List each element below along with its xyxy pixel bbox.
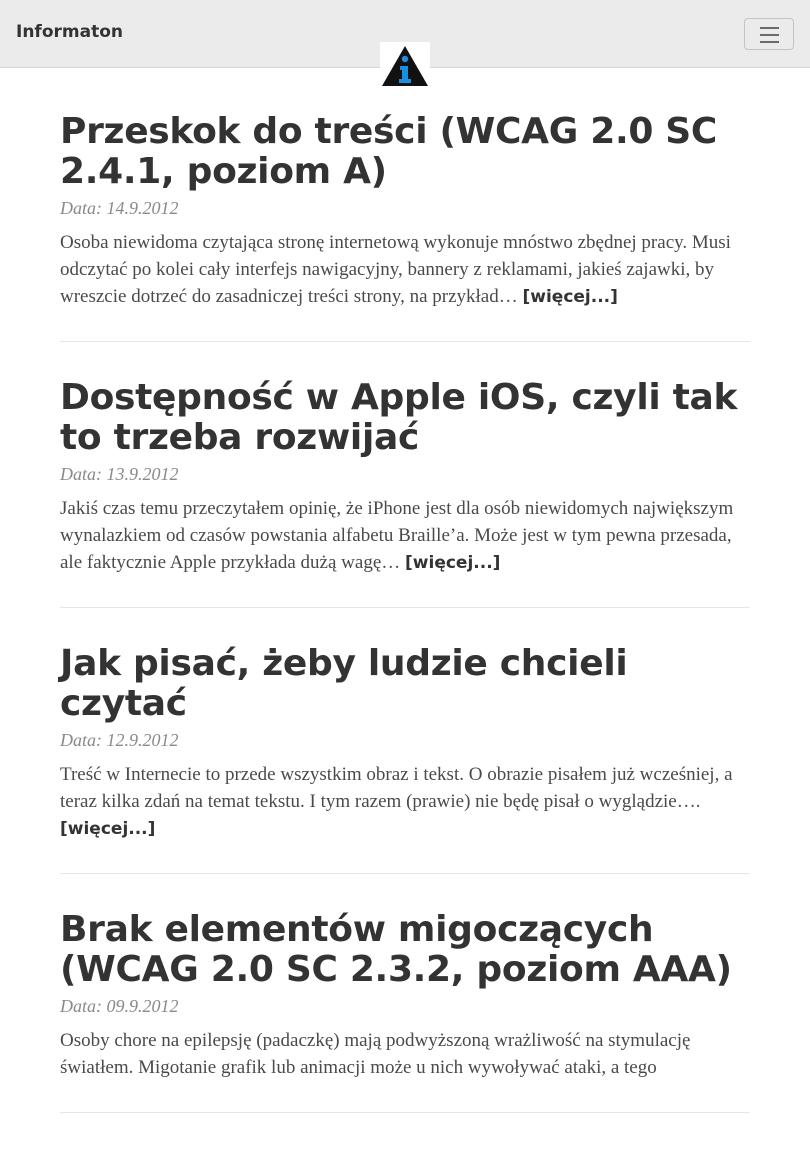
post-date: Data: 09.9.2012 xyxy=(60,996,179,1016)
post-item: Przeskok do treści (WCAG 2.0 SC 2.4.1, p… xyxy=(60,112,750,342)
post-excerpt: Osoba niewidoma czytająca stronę interne… xyxy=(60,229,750,311)
post-date: Data: 14.9.2012 xyxy=(60,198,179,218)
post-title-link[interactable]: Jak pisać, żeby ludzie chcieli czytać xyxy=(60,643,628,724)
post-title-link[interactable]: Przeskok do treści (WCAG 2.0 SC 2.4.1, p… xyxy=(60,111,717,192)
info-triangle-logo-icon[interactable] xyxy=(380,42,430,88)
post-excerpt: Osoby chore na epilepsję (padaczkę) mają… xyxy=(60,1027,750,1082)
read-more-link[interactable]: [więcej...] xyxy=(522,287,617,307)
post-item: Jak pisać, żeby ludzie chcieli czytać Da… xyxy=(60,644,750,874)
post-date: Data: 13.9.2012 xyxy=(60,464,179,484)
post-excerpt-text: Jakiś czas temu przeczytałem opinię, że … xyxy=(60,498,734,573)
brand-link[interactable]: Informaton xyxy=(16,22,123,42)
navbar-toggle-button[interactable] xyxy=(744,18,794,50)
post-excerpt-text: Osoby chore na epilepsję (padaczkę) mają… xyxy=(60,1030,691,1078)
read-more-link[interactable]: [więcej...] xyxy=(405,553,500,573)
post-item: Brak elementów migoczących (WCAG 2.0 SC … xyxy=(60,910,750,1113)
post-title: Przeskok do treści (WCAG 2.0 SC 2.4.1, p… xyxy=(60,112,750,192)
post-item: Dostępność w Apple iOS, czyli tak to trz… xyxy=(60,378,750,608)
read-more-link[interactable]: [więcej...] xyxy=(60,819,155,839)
post-title-link[interactable]: Dostępność w Apple iOS, czyli tak to trz… xyxy=(60,377,737,458)
post-title-link[interactable]: Brak elementów migoczących (WCAG 2.0 SC … xyxy=(60,909,732,990)
post-excerpt: Treść w Internecie to przede wszystkim o… xyxy=(60,761,750,843)
post-excerpt-text: Treść w Internecie to przede wszystkim o… xyxy=(60,764,733,812)
post-excerpt-text: Osoba niewidoma czytająca stronę interne… xyxy=(60,232,731,307)
post-list: Przeskok do treści (WCAG 2.0 SC 2.4.1, p… xyxy=(60,112,750,1149)
post-title: Dostępność w Apple iOS, czyli tak to trz… xyxy=(60,378,750,458)
post-title: Brak elementów migoczących (WCAG 2.0 SC … xyxy=(60,910,750,990)
post-excerpt: Jakiś czas temu przeczytałem opinię, że … xyxy=(60,495,750,577)
post-title: Jak pisać, żeby ludzie chcieli czytać xyxy=(60,644,750,724)
post-date: Data: 12.9.2012 xyxy=(60,730,179,750)
hamburger-menu-icon xyxy=(760,27,779,48)
